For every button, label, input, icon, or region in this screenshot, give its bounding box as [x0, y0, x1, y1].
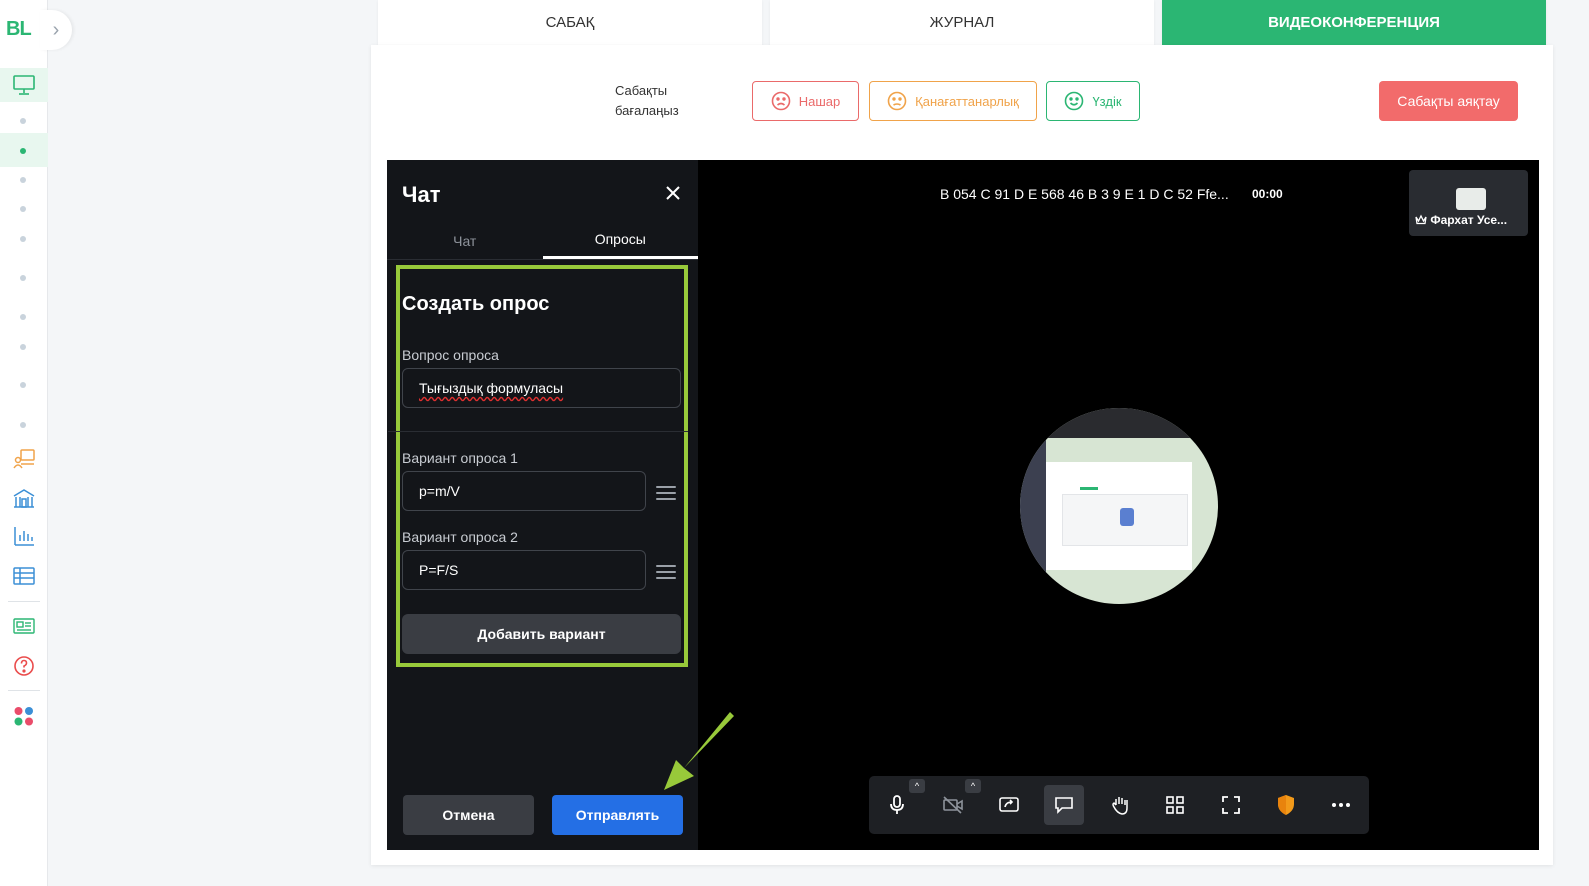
sidebar-divider	[8, 601, 40, 602]
create-poll-form: Создать опрос Вопрос опроса Тығыздық фор…	[388, 265, 688, 667]
camera-button[interactable]	[933, 785, 973, 825]
poll-option-2-value: P=F/S	[419, 562, 459, 578]
chat-icon	[1055, 797, 1073, 814]
sidebar-subitem[interactable]	[20, 344, 26, 350]
sidebar-item-analytics[interactable]	[8, 521, 40, 551]
neutral-face-icon	[887, 91, 907, 111]
tile-view-button[interactable]	[1155, 785, 1195, 825]
more-icon	[1332, 803, 1350, 807]
annotation-arrow-icon	[664, 712, 734, 790]
fullscreen-icon	[1222, 796, 1240, 814]
close-chat-button[interactable]	[661, 182, 685, 206]
poll-question-input[interactable]: Тығыздық формуласы	[402, 368, 681, 408]
school-icon	[13, 489, 35, 508]
logo: BL	[6, 18, 32, 40]
meeting-toolbar: ^ ^	[869, 776, 1369, 834]
sidebar-subitem[interactable]	[20, 314, 26, 320]
add-option-button[interactable]: Добавить вариант	[402, 614, 681, 654]
poll-divider	[388, 431, 688, 432]
poll-question-value: Тығыздық формуласы	[419, 380, 564, 396]
cancel-button[interactable]: Отмена	[403, 795, 534, 835]
create-poll-title: Создать опрос	[402, 293, 550, 315]
poll-option-2-input[interactable]: P=F/S	[402, 550, 646, 590]
apps-icon	[14, 707, 33, 726]
rate-excellent-label: Үздік	[1092, 93, 1122, 109]
close-icon	[666, 186, 680, 200]
sidebar: BL ›	[0, 0, 72, 886]
sidebar-item-help[interactable]	[8, 651, 40, 681]
crown-icon	[1415, 214, 1427, 225]
meeting-timer: 00:00	[1252, 187, 1283, 201]
bar-chart-icon	[14, 527, 34, 546]
chat-button[interactable]	[1044, 785, 1084, 825]
participant-tile[interactable]: Фархат Усе...	[1409, 170, 1528, 236]
newspaper-icon	[13, 618, 35, 634]
rating-label: Сабақты бағалаңыз	[615, 83, 679, 118]
table-icon	[13, 567, 35, 585]
security-button[interactable]	[1266, 785, 1306, 825]
tab-chat[interactable]: Чат	[387, 222, 543, 259]
poll-option-1-input[interactable]: p=m/V	[402, 471, 646, 511]
sidebar-item-apps[interactable]	[8, 701, 40, 731]
drag-handle-icon[interactable]	[656, 486, 676, 502]
sidebar-item-news[interactable]	[8, 611, 40, 641]
lesson-tabs: САБАҚ ЖУРНАЛ ВИДЕОКОНФЕРЕНЦИЯ	[378, 0, 1546, 45]
sidebar-subitem[interactable]	[20, 422, 26, 428]
shared-screen-avatar	[1020, 408, 1218, 604]
tab-lesson[interactable]: САБАҚ	[378, 0, 762, 45]
tab-polls[interactable]: Опросы	[542, 222, 698, 259]
sidebar-subitem[interactable]	[20, 236, 26, 242]
tab-journal[interactable]: ЖУРНАЛ	[770, 0, 1154, 45]
end-lesson-button[interactable]: Сабақты аяқтау	[1379, 81, 1518, 121]
chevron-right-icon: ›	[52, 19, 60, 41]
sidebar-subitem-active[interactable]	[20, 148, 26, 154]
sidebar-divider	[8, 690, 40, 691]
sidebar-subitem[interactable]	[20, 382, 26, 388]
sidebar-expand-button[interactable]: ›	[40, 10, 72, 50]
tab-videoconference[interactable]: ВИДЕОКОНФЕРЕНЦИЯ	[1162, 0, 1546, 45]
rate-satisfactory-button[interactable]: Қанағаттанарлық	[869, 81, 1037, 121]
rate-excellent-button[interactable]: Үздік	[1046, 81, 1140, 121]
microphone-icon	[890, 795, 904, 814]
poll-option-1-label: Вариант опроса 1	[402, 450, 518, 466]
poll-option-2-label: Вариант опроса 2	[402, 529, 518, 545]
security-shield-icon	[1278, 795, 1294, 815]
raise-hand-button[interactable]	[1100, 785, 1140, 825]
sidebar-subitem[interactable]	[20, 206, 26, 212]
sidebar-item-lessons[interactable]	[8, 70, 40, 100]
poll-option-1-value: p=m/V	[419, 483, 460, 499]
rate-bad-label: Нашар	[798, 93, 841, 109]
chat-tabs: Чат Опросы	[387, 222, 698, 260]
send-poll-button[interactable]: Отправлять	[552, 795, 683, 835]
raise-hand-icon	[1112, 797, 1128, 815]
drag-handle-icon[interactable]	[656, 565, 676, 581]
sidebar-item-table[interactable]	[8, 561, 40, 591]
fullscreen-button[interactable]	[1211, 785, 1251, 825]
sidebar-item-school[interactable]	[8, 483, 40, 513]
sad-face-icon	[771, 91, 791, 111]
more-options-button[interactable]	[1321, 785, 1361, 825]
tile-view-icon	[1166, 796, 1184, 814]
sidebar-subitem[interactable]	[20, 275, 26, 281]
meeting-id: B 054 C 91 D E 568 46 B 3 9 E 1 D C 52 F…	[940, 186, 1229, 202]
screen-share-icon	[999, 797, 1019, 812]
presenter-icon	[13, 449, 35, 469]
camera-off-icon	[943, 796, 963, 814]
monitor-icon	[13, 75, 35, 95]
poll-question-label: Вопрос опроса	[402, 347, 499, 363]
chat-title: Чат	[402, 182, 441, 207]
rate-bad-button[interactable]: Нашар	[752, 81, 859, 121]
sidebar-item-presenter[interactable]	[8, 444, 40, 474]
happy-face-icon	[1065, 91, 1084, 111]
microphone-button[interactable]	[877, 785, 917, 825]
participant-name: Фархат Усе...	[1415, 213, 1523, 227]
screen-share-button[interactable]	[989, 785, 1029, 825]
rate-satisfactory-label: Қанағаттанарлық	[915, 93, 1019, 109]
sidebar-subitem[interactable]	[20, 177, 26, 183]
participant-thumbnail	[1456, 188, 1486, 210]
videoconference-panel: Сабақты бағалаңыз Нашар Қанағаттанарлық …	[371, 45, 1553, 865]
help-icon	[14, 656, 34, 676]
video-conference-area: Чат Чат Опросы Создать опрос Вопрос опро…	[387, 160, 1539, 850]
sidebar-subitem[interactable]	[20, 118, 26, 124]
